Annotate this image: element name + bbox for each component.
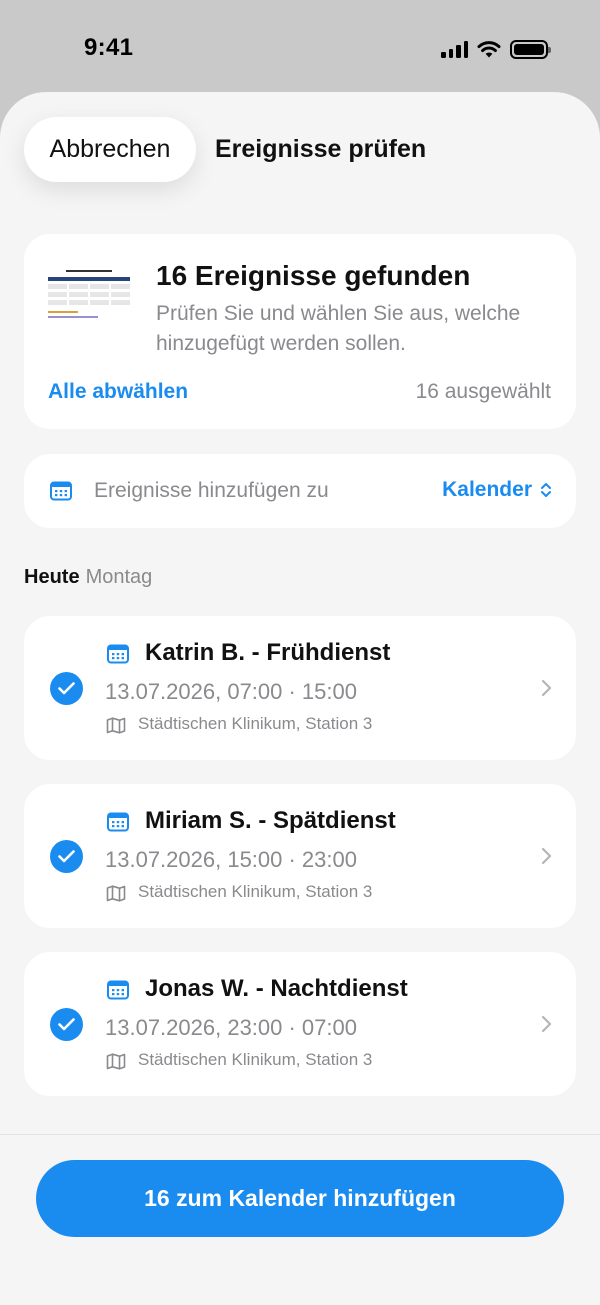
event-title: Katrin B. - Frühdienst [145,639,391,666]
calendar-icon [107,812,129,832]
event-time: 13.07.2026, 15:00 · 23:00 [105,847,357,872]
map-icon [106,717,126,734]
event-title: Miriam S. - Spätdienst [145,807,396,834]
calendar-icon [107,980,129,1000]
document-thumbnail [46,266,132,328]
selected-count: 16 ausgewählt [415,380,551,403]
chevron-right-icon [541,1015,552,1033]
summary-title: 16 Ereignisse gefunden [156,260,471,291]
target-calendar-row: Ereignisse hinzufügen zu Kalender [24,454,576,528]
event-card[interactable]: Jonas W. - Nachtdienst 13.07.2026, 23:00… [24,952,576,1096]
chevron-right-icon [541,679,552,697]
summary-subtitle: Prüfen Sie und wählen Sie aus, welche hi… [156,302,521,355]
event-location: Städtischen Klinikum, Station 3 [138,714,373,733]
calendar-picker[interactable]: Kalender [442,478,552,502]
checkmark-icon[interactable] [50,672,83,705]
cancel-button[interactable]: Abbrechen [24,117,196,182]
event-card[interactable]: Katrin B. - Frühdienst 13.07.2026, 07:00… [24,616,576,760]
checkmark-icon[interactable] [50,1008,83,1041]
map-icon [106,1053,126,1070]
cellular-signal-icon [441,40,468,58]
add-to-calendar-button[interactable]: 16 zum Kalender hinzufügen [36,1160,564,1237]
chevron-up-down-icon [541,483,551,497]
review-events-sheet: Abbrechen Ereignisse prüfen 16 Ereigniss… [0,92,600,1305]
calendar-icon [107,644,129,664]
bottom-action-bar: 16 zum Kalender hinzufügen [0,1134,600,1305]
event-location: Städtischen Klinikum, Station 3 [138,1050,373,1069]
battery-icon [510,39,551,59]
event-time: 13.07.2026, 23:00 · 07:00 [105,1015,357,1040]
wifi-icon [477,41,501,58]
status-bar: 9:41 [0,0,600,92]
calendar-picker-value: Kalender [442,478,532,501]
calendar-icon [50,481,72,501]
chevron-right-icon [541,847,552,865]
sheet-title: Ereignisse prüfen [215,135,427,163]
deselect-all-button[interactable]: Alle abwählen [48,380,188,404]
day-label: Heute [24,566,80,588]
status-time: 9:41 [84,34,134,61]
checkmark-icon[interactable] [50,840,83,873]
event-title: Jonas W. - Nachtdienst [145,975,408,1002]
day-section-header: Heute Montag [24,566,152,589]
status-icons [441,38,551,60]
summary-card: 16 Ereignisse gefunden Prüfen Sie und wä… [24,234,576,429]
map-icon [106,885,126,902]
event-location: Städtischen Klinikum, Station 3 [138,882,373,901]
target-label: Ereignisse hinzufügen zu [94,479,329,502]
event-card[interactable]: Miriam S. - Spätdienst 13.07.2026, 15:00… [24,784,576,928]
weekday-label: Montag [85,566,153,588]
event-time: 13.07.2026, 07:00 · 15:00 [105,679,357,704]
